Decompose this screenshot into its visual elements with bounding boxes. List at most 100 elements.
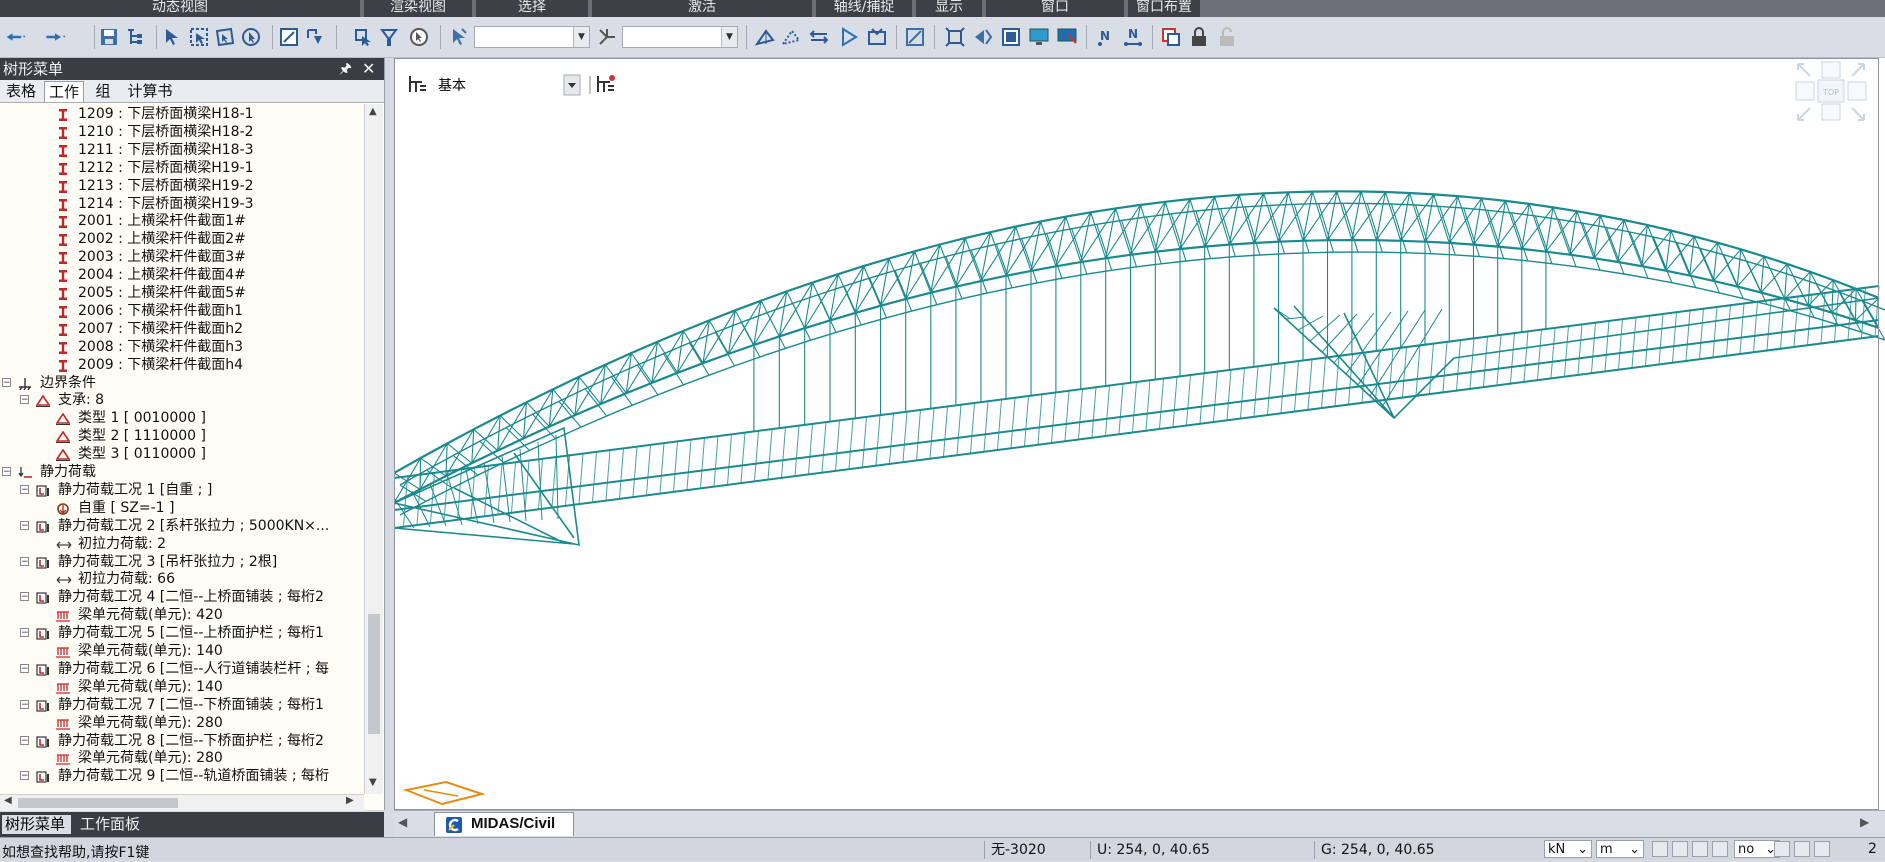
group-select[interactable]: 选择	[476, 0, 588, 17]
info-icon[interactable]	[1774, 841, 1790, 857]
tab-scroll-left-icon[interactable]: ◀	[398, 815, 407, 829]
tab-work-panel[interactable]: 工作面板	[80, 815, 150, 834]
unlock-icon[interactable]	[1216, 26, 1238, 48]
scroll-up-icon[interactable]: ▲	[369, 106, 377, 117]
stop-icon[interactable]	[1712, 841, 1728, 857]
scroll-thumb[interactable]	[18, 798, 178, 808]
tree-node-section-i[interactable]: 2008 : 下横梁杆件截面h3	[0, 338, 362, 356]
tree-node-section-i[interactable]: 2002 : 上横梁杆件截面2#	[0, 230, 362, 248]
force-unit-select[interactable]: kN ⌄	[1544, 840, 1592, 858]
layer-icon[interactable]	[409, 76, 426, 92]
group-grid-snap[interactable]: 轴线/捕捉	[816, 0, 912, 17]
unselect-all-icon[interactable]	[408, 26, 430, 48]
tree-node-load-case[interactable]: − 静力荷载工况 9 [二恒--轨道桥面铺装 ; 每桁	[0, 767, 362, 785]
tree-node-beam-load[interactable]: 梁单元荷载(单元): 280	[0, 714, 362, 732]
tree-icon[interactable]	[124, 26, 146, 48]
length-unit-select[interactable]: m ⌄	[1596, 840, 1644, 858]
activate-plane-combo[interactable]: ▼	[622, 26, 738, 48]
select-single-icon[interactable]	[162, 26, 184, 48]
chevron-down-icon[interactable]: ▼	[721, 27, 737, 47]
close-icon[interactable]: ✕	[362, 58, 375, 80]
snap-point-icon[interactable]	[1652, 841, 1668, 857]
layer-settings-icon[interactable]	[597, 75, 615, 92]
tree-node-section-i[interactable]: 1214 : 下层桥面横梁H19-3	[0, 195, 362, 213]
tree-collapse-toggle[interactable]: −	[20, 771, 29, 781]
lock-icon[interactable]	[1188, 26, 1210, 48]
new-window-icon[interactable]	[1160, 26, 1182, 48]
element-number-icon[interactable]: N	[1122, 26, 1144, 48]
select-polygon-icon[interactable]	[214, 26, 236, 48]
tree-node-support[interactable]: − 支承: 8	[0, 391, 362, 409]
activate-by-plane-icon[interactable]	[596, 26, 618, 48]
scroll-right-icon[interactable]: ▶	[346, 795, 354, 806]
save-icon[interactable]	[98, 26, 120, 48]
tree-node-boundary[interactable]: − 边界条件	[0, 374, 362, 392]
tree-node-load-case[interactable]: − 静力荷载工况 5 [二恒--上桥面护栏 ; 每桁1	[0, 624, 362, 642]
tree-collapse-toggle[interactable]: −	[20, 699, 29, 709]
tree-node-pretension[interactable]: 初拉力荷载: 2	[0, 535, 362, 553]
tree-node-self-weight[interactable]: 自重 [ SZ=-1 ]	[0, 499, 362, 517]
tree-node-section-i[interactable]: 2001 : 上横梁杆件截面1#	[0, 212, 362, 230]
tree-node-load-case[interactable]: − 静力荷载工况 7 [二恒--下桥面铺装 ; 每桁1	[0, 696, 362, 714]
tree-collapse-toggle[interactable]: −	[20, 556, 29, 566]
tree-node-beam-load[interactable]: 梁单元荷载(单元): 140	[0, 642, 362, 660]
tree-node-section-i[interactable]: 1212 : 下层桥面横梁H19-1	[0, 159, 362, 177]
select-window-icon[interactable]	[188, 26, 210, 48]
tree-node-section-i[interactable]: 2007 : 下横梁杆件截面h2	[0, 320, 362, 338]
tree-collapse-toggle[interactable]: −	[20, 628, 29, 638]
tree-node-load-case[interactable]: − 静力荷载工况 4 [二恒--上桥面铺装 ; 每桁2	[0, 588, 362, 606]
snap-icon[interactable]	[904, 26, 926, 48]
tree-node-support[interactable]: 类型 2 [ 1110000 ]	[0, 427, 362, 445]
redo-button[interactable]	[44, 26, 80, 48]
run-icon[interactable]	[1692, 841, 1708, 857]
zoom-fit-icon[interactable]	[944, 26, 966, 48]
tab-table[interactable]: 表格	[2, 81, 40, 102]
activate-all-icon[interactable]	[808, 26, 830, 48]
select-previous-icon[interactable]	[304, 26, 326, 48]
select-by-id-icon[interactable]	[278, 26, 300, 48]
group-activate[interactable]: 激活	[592, 0, 812, 17]
layer-dropdown[interactable]	[563, 74, 581, 96]
tree-node-section-i[interactable]: 1210 : 下层桥面横梁H18-2	[0, 123, 362, 141]
inactivate-icon[interactable]	[780, 26, 802, 48]
tab-work[interactable]: 工作	[44, 81, 84, 102]
snap-grid-icon[interactable]	[1672, 841, 1688, 857]
tree-vertical-scrollbar[interactable]: ▲ ▼	[364, 104, 383, 794]
tree-collapse-toggle[interactable]: −	[20, 735, 29, 745]
tree-node-beam-load[interactable]: 梁单元荷载(单元): 420	[0, 606, 362, 624]
tab-tree-menu[interactable]: 树形菜单	[2, 815, 71, 834]
document-tab-midas[interactable]: MIDAS/Civil	[434, 812, 574, 836]
display-monitor-icon[interactable]	[1028, 26, 1050, 48]
tree-node-support[interactable]: 类型 3 [ 0110000 ]	[0, 445, 362, 463]
tree-collapse-toggle[interactable]: −	[2, 467, 11, 477]
tree-collapse-toggle[interactable]: −	[20, 395, 29, 405]
select-intersect-icon[interactable]	[240, 26, 262, 48]
tab-scroll-right-icon[interactable]: ▶	[1860, 815, 1869, 829]
group-window-layout[interactable]: 窗口布置	[1128, 0, 1200, 17]
tree-node-load-case[interactable]: − 静力荷载工况 3 [吊杆张拉力 ; 2根]	[0, 553, 362, 571]
activate-combo[interactable]: ▼	[474, 26, 590, 48]
deselect-icon[interactable]	[352, 26, 374, 48]
group-dynamic-view[interactable]: 动态视图	[0, 0, 360, 17]
tree-node-section-i[interactable]: 2003 : 上横梁杆件截面3#	[0, 248, 362, 266]
node-number-icon[interactable]: N	[1094, 26, 1116, 48]
render-monitor-icon[interactable]	[1056, 26, 1078, 48]
scroll-left-icon[interactable]: ◀	[4, 795, 12, 806]
tree-node-section-i[interactable]: 2006 : 下横梁杆件截面h1	[0, 302, 362, 320]
tree-node-support[interactable]: 类型 1 [ 0010000 ]	[0, 409, 362, 427]
tree-node-pretension[interactable]: 初拉力荷载: 66	[0, 570, 362, 588]
scroll-down-icon[interactable]: ▼	[369, 777, 377, 788]
tree-node-static-load[interactable]: − 静力荷载	[0, 463, 362, 481]
tree-collapse-toggle[interactable]: −	[2, 377, 11, 387]
shrink-icon[interactable]	[972, 26, 994, 48]
tree-node-beam-load[interactable]: 梁单元荷载(单元): 140	[0, 678, 362, 696]
tree-collapse-toggle[interactable]: −	[20, 520, 29, 530]
pin-icon[interactable]: 🖈	[339, 58, 352, 80]
play-icon[interactable]	[838, 26, 860, 48]
tree-collapse-toggle[interactable]: −	[20, 663, 29, 673]
view-cube[interactable]: TOP	[1795, 61, 1867, 121]
tree-node-section-i[interactable]: 1209 : 下层桥面横梁H18-1	[0, 105, 362, 123]
scroll-thumb[interactable]	[368, 614, 380, 734]
group-window[interactable]: 窗口	[986, 0, 1124, 17]
tree-node-section-i[interactable]: 2004 : 上横梁杆件截面4#	[0, 266, 362, 284]
